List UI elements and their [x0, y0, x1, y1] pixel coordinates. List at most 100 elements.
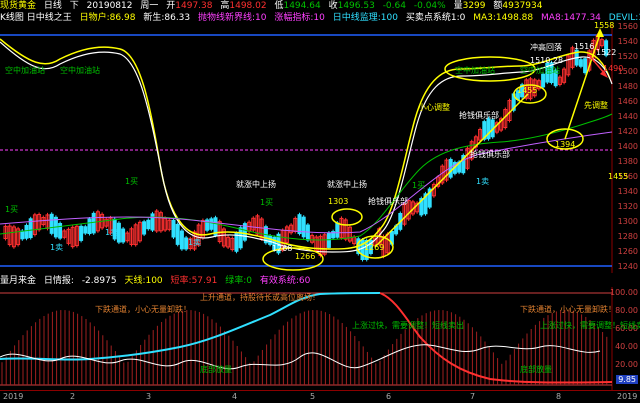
- candle-body: [150, 213, 155, 231]
- sub-chart-panel[interactable]: 100.00 80.00 60.00 40.00 20.00 9.85 上升通道…: [0, 287, 640, 390]
- main-chart-panel[interactable]: 1560 1540 1520 1500 1480 1460 1440 1420 …: [0, 21, 640, 273]
- x-tick: 7: [470, 392, 476, 401]
- candle-body: [297, 214, 302, 235]
- candle-body: [209, 218, 214, 230]
- open-label: 开: [166, 1, 176, 11]
- weekday-label: 周一: [140, 1, 159, 11]
- down-channel-text: 下跌通道，小心无量卸跌！: [95, 305, 191, 314]
- bottom-text: 底部放量: [520, 365, 552, 374]
- y-tick: 1320: [617, 202, 638, 211]
- candle-body: [171, 219, 176, 238]
- close-label: 收: [328, 1, 338, 11]
- price-label-1455b: 1455: [608, 172, 629, 181]
- amount-value: 4937934: [502, 1, 543, 11]
- price-label-1455: 1455: [517, 86, 538, 95]
- candle-body: [175, 223, 180, 245]
- sub-indicator-item: 有效系统:60: [259, 276, 311, 286]
- low-value: 1494.64: [283, 1, 321, 11]
- candle-body: [79, 225, 84, 241]
- period-label[interactable]: 日线: [44, 1, 62, 11]
- buy-signal-label: 1买: [5, 205, 19, 214]
- change-pct: -0.04%: [413, 1, 446, 11]
- y-tick: 1520: [617, 52, 638, 61]
- indicator-item: 新生:86.33: [143, 13, 191, 23]
- x-tick: 2019: [617, 392, 638, 401]
- buy-signal-label: 1买: [125, 177, 139, 186]
- indicator-item: MA8:1477.34: [541, 13, 601, 23]
- sub-indicator-item: -2.8975: [81, 276, 117, 286]
- candle-body: [541, 73, 546, 88]
- y-tick: 1560: [617, 22, 638, 31]
- down-channel-text: 下跌通道，小心无量卸跌！: [520, 305, 616, 314]
- price-label-1269: 1269: [364, 243, 385, 252]
- zone-label: 空中加油站: [5, 66, 45, 75]
- candle-body: [58, 222, 63, 239]
- price-label-1516: 1516: [574, 42, 595, 51]
- candle-body: [578, 59, 583, 67]
- y-tick: 1300: [617, 217, 638, 226]
- symbol-name[interactable]: 现货黄金: [0, 1, 36, 11]
- candle-body: [335, 222, 340, 238]
- up-channel-text: 上升通道，持股待长或高位离场！: [200, 293, 320, 302]
- candle-body: [24, 224, 29, 239]
- close-value: 1496.53: [337, 1, 375, 11]
- y-tick: 1260: [617, 247, 638, 256]
- sell-signal-label: 1卖: [105, 228, 119, 237]
- x-tick: 6: [386, 392, 392, 401]
- up-channel2-text: 上涨过快，需要调整！短线卖出: [352, 321, 464, 330]
- sell-signal-label: 1卖: [188, 238, 202, 247]
- y-tick: 1420: [617, 127, 638, 136]
- price-label-1510: 1510.28: [530, 56, 564, 65]
- y-tick: 1440: [617, 112, 638, 121]
- sub-indicator-name[interactable]: 量月来金: [0, 276, 36, 286]
- candle-body: [83, 226, 88, 234]
- quote-header: 现货黄金 日线 下 20190812 周一 开1497.38 高1498.02 …: [0, 0, 640, 12]
- candle-body: [20, 230, 25, 240]
- indicator-item: 日中线监理:100: [332, 13, 398, 23]
- zone-label: 空中加油站: [520, 66, 560, 75]
- price-label-1522: 1522: [596, 48, 617, 57]
- up-channel2-text: 上涨过快，需要调整！短线卖出: [540, 321, 640, 330]
- x-tick: 2019: [3, 392, 24, 401]
- y-tick: 1280: [617, 232, 638, 241]
- x-tick: 5: [310, 392, 316, 401]
- y-tick: 1340: [617, 187, 638, 196]
- date-axis: 2019 2 3 4 5 6 7 8 2019: [0, 390, 640, 403]
- y-tick: 1540: [617, 37, 638, 46]
- indicator-item: 日物户:86.98: [79, 13, 136, 23]
- change-value: -0.64: [382, 1, 406, 11]
- candle-body: [179, 230, 184, 250]
- direction-label: 下: [69, 1, 79, 11]
- price-label-1490: 1490: [603, 64, 624, 73]
- candle-body: [91, 212, 96, 234]
- open-value: 1497.38: [175, 1, 213, 11]
- candle-body: [486, 118, 491, 140]
- candle-body: [87, 218, 92, 235]
- x-tick: 3: [146, 392, 152, 401]
- sub-y-tick: 80.00: [615, 306, 638, 315]
- x-tick: 8: [556, 392, 562, 401]
- buy-signal-label: 1买: [260, 198, 274, 207]
- sub-y-tick: 20.00: [615, 360, 638, 369]
- careful-label: 小心调整: [418, 103, 450, 112]
- sub-indicator-item: 短率:57.91: [170, 276, 218, 286]
- y-tick: 1460: [617, 97, 638, 106]
- indicator-item: 抛物线新界线:10: [198, 13, 267, 23]
- y-tick: 1380: [617, 157, 638, 166]
- high-value: 1498.02: [229, 1, 267, 11]
- indicator-bar: K线图 日中线之王 日物户:86.98 新生:86.33 抛物线新界线:10 涨…: [0, 12, 640, 24]
- volume-value: 3299: [462, 1, 486, 11]
- indicator-item: MA3:1498.88: [473, 13, 534, 23]
- sub-y-tick: 100.00: [610, 288, 638, 297]
- x-tick: 2: [70, 392, 76, 401]
- y-tick: 1400: [617, 142, 638, 151]
- candle-body: [326, 232, 331, 248]
- indicator-item: 买卖点系统1:0: [405, 13, 466, 23]
- sub-indicator-bar: 量月来金 日情报: -2.8975 天线:100 短率:57.91 绿率:0 有…: [0, 275, 640, 287]
- candle-body: [238, 227, 243, 249]
- sub-last-value: 9.85: [616, 375, 638, 384]
- sub-y-tick: 40.00: [615, 342, 638, 351]
- price-label-1558: 1558: [594, 21, 615, 30]
- sell-signal-label: 1卖: [50, 243, 64, 252]
- indicator-name[interactable]: K线图 日中线之王: [0, 13, 72, 23]
